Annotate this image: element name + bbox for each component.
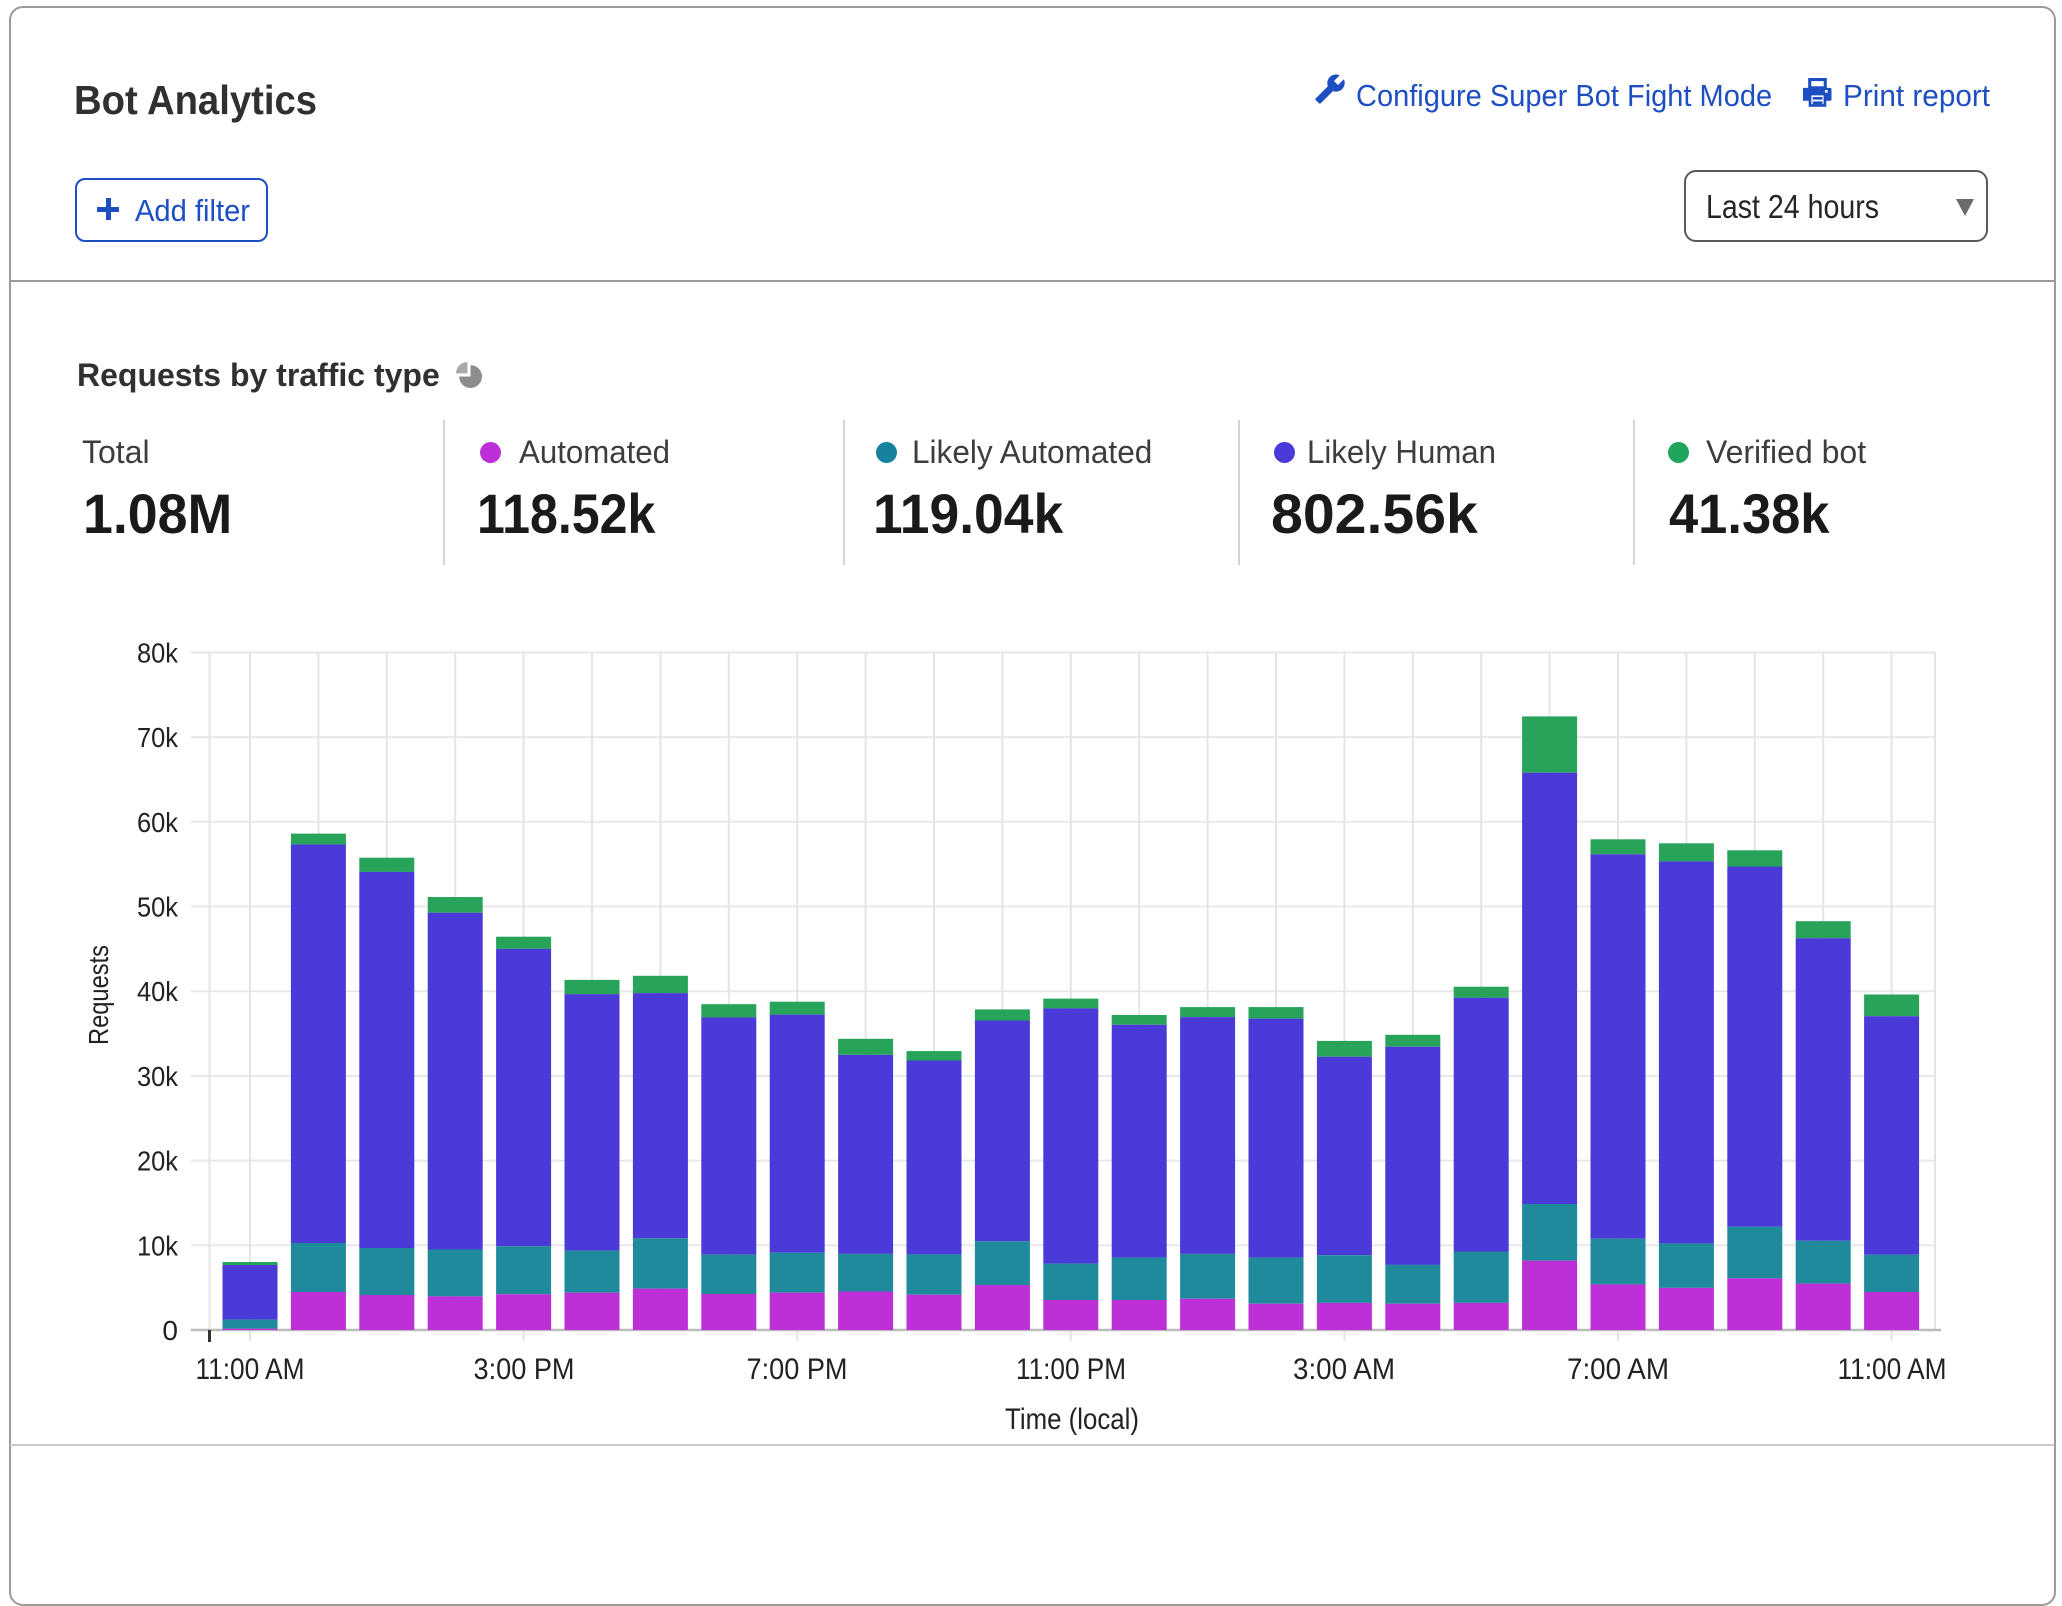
svg-text:11:00 AM: 11:00 AM bbox=[1838, 1353, 1947, 1386]
svg-text:Requests: Requests bbox=[83, 945, 114, 1045]
svg-text:40k: 40k bbox=[137, 976, 179, 1007]
svg-text:11:00 AM: 11:00 AM bbox=[196, 1353, 305, 1386]
svg-text:11:00 PM: 11:00 PM bbox=[1016, 1353, 1126, 1386]
svg-text:60k: 60k bbox=[137, 807, 179, 838]
svg-text:3:00 AM: 3:00 AM bbox=[1293, 1353, 1395, 1386]
svg-text:20k: 20k bbox=[137, 1146, 179, 1177]
svg-text:3:00 PM: 3:00 PM bbox=[474, 1353, 575, 1386]
svg-text:7:00 AM: 7:00 AM bbox=[1567, 1353, 1669, 1386]
svg-text:50k: 50k bbox=[137, 892, 179, 923]
svg-text:Time (local): Time (local) bbox=[1005, 1403, 1139, 1436]
svg-text:7:00 PM: 7:00 PM bbox=[747, 1353, 848, 1386]
svg-text:30k: 30k bbox=[137, 1061, 179, 1092]
svg-text:70k: 70k bbox=[137, 722, 179, 753]
svg-text:10k: 10k bbox=[137, 1230, 179, 1261]
svg-text:0: 0 bbox=[162, 1315, 178, 1346]
svg-text:80k: 80k bbox=[137, 637, 179, 668]
